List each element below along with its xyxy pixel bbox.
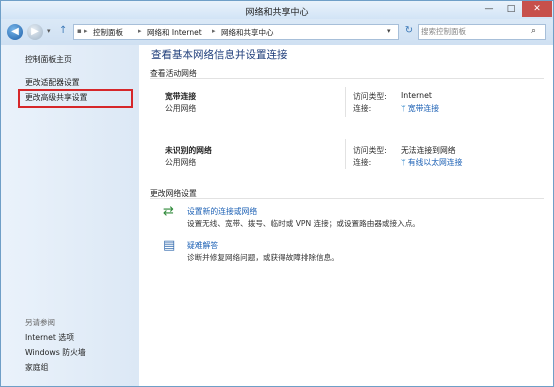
page-title: 查看基本网络信息并设置连接	[151, 49, 288, 61]
breadcrumb-separator[interactable]: ▸	[212, 27, 216, 35]
breadcrumb-network-sharing-center[interactable]: 网络和共享中心	[221, 27, 274, 38]
maximize-button[interactable]: □	[500, 1, 522, 17]
connection-link[interactable]: ᛘ 宽带连接	[401, 103, 439, 114]
connection-link-text[interactable]: 宽带连接	[408, 104, 439, 113]
column-divider	[345, 139, 346, 169]
network-type-link[interactable]: 公用网络	[165, 103, 196, 114]
access-type-label: 访问类型:	[353, 146, 387, 155]
minimize-button[interactable]: —	[478, 1, 500, 17]
breadcrumb: ▪ ▸ 控制面板 ▸ 网络和 Internet ▸ 网络和共享中心 ▾	[73, 24, 399, 40]
window-title: 网络和共享中心	[245, 8, 309, 18]
sidebar-item-control-panel-home[interactable]: 控制面板主页	[25, 54, 72, 65]
section-divider	[150, 198, 544, 199]
connection-label: 连接:	[353, 158, 372, 167]
control-panel-icon[interactable]: ▪	[77, 27, 82, 35]
see-also-homegroup[interactable]: 家庭组	[25, 362, 48, 373]
troubleshoot-description: 诊断并修复网络问题，或获得故障排除信息。	[187, 253, 339, 262]
refresh-button[interactable]: ↻	[402, 24, 416, 38]
new-connection-icon: ⇄	[163, 204, 174, 219]
network-name: 未识别的网络	[165, 146, 212, 155]
troubleshoot-link[interactable]: 疑难解答	[187, 240, 218, 251]
sidebar-item-change-adapter-settings[interactable]: 更改适配器设置	[25, 77, 80, 88]
setup-new-connection-link[interactable]: 设置新的连接或网络	[187, 206, 257, 217]
see-also-internet-options[interactable]: Internet 选项	[25, 332, 74, 343]
network-name: 宽带连接	[165, 92, 197, 101]
search-box[interactable]: ⌕	[418, 24, 546, 40]
search-input[interactable]	[421, 25, 521, 38]
address-bar: ◀ ▶ ▾ ↑ ▪ ▸ 控制面板 ▸ 网络和 Internet ▸ 网络和共享中…	[1, 19, 553, 45]
breadcrumb-network-internet[interactable]: 网络和 Internet	[147, 27, 202, 38]
recent-pages-dropdown[interactable]: ▾	[47, 27, 51, 35]
connection-link[interactable]: ᛘ 有线以太网连接	[401, 157, 462, 168]
section-divider	[150, 78, 544, 79]
close-button[interactable]: ✕	[522, 1, 552, 17]
troubleshoot-icon: ▤	[163, 238, 176, 253]
breadcrumb-separator[interactable]: ▸	[138, 27, 142, 35]
column-divider	[345, 87, 346, 117]
network-sharing-center-window: 网络和共享中心 — □ ✕ ◀ ▶ ▾ ↑ ▪ ▸ 控制面板 ▸ 网络和 Int…	[0, 0, 554, 387]
title-bar[interactable]: 网络和共享中心 — □ ✕	[1, 1, 553, 19]
see-also-heading: 另请参阅	[25, 318, 55, 327]
breadcrumb-separator[interactable]: ▸	[84, 27, 88, 35]
search-icon[interactable]: ⌕	[531, 26, 536, 36]
back-button[interactable]: ◀	[7, 24, 23, 40]
network-adapter-icon: ᛘ	[401, 158, 406, 167]
connection-link-text[interactable]: 有线以太网连接	[408, 158, 463, 167]
breadcrumb-control-panel[interactable]: 控制面板	[93, 27, 123, 38]
up-button[interactable]: ↑	[59, 25, 67, 36]
setup-new-connection-description: 设置无线、宽带、拨号、临时或 VPN 连接；或设置路由器或接入点。	[187, 219, 420, 228]
highlight-annotation	[18, 89, 133, 108]
network-adapter-icon: ᛘ	[401, 104, 406, 113]
sidebar: 控制面板主页 更改适配器设置 更改高级共享设置 另请参阅 Internet 选项…	[1, 45, 139, 386]
access-type-label: 访问类型:	[353, 92, 387, 101]
access-type-value: 无法连接到网络	[401, 146, 456, 155]
chevron-down-icon[interactable]: ▾	[387, 27, 391, 35]
see-also-windows-firewall[interactable]: Windows 防火墙	[25, 347, 86, 358]
connection-label: 连接:	[353, 104, 372, 113]
network-type-link[interactable]: 公用网络	[165, 157, 196, 168]
main-content: 查看基本网络信息并设置连接 查看活动网络 宽带连接 公用网络 访问类型: Int…	[139, 45, 553, 386]
access-type-value: Internet	[401, 91, 432, 100]
forward-button[interactable]: ▶	[27, 24, 43, 40]
